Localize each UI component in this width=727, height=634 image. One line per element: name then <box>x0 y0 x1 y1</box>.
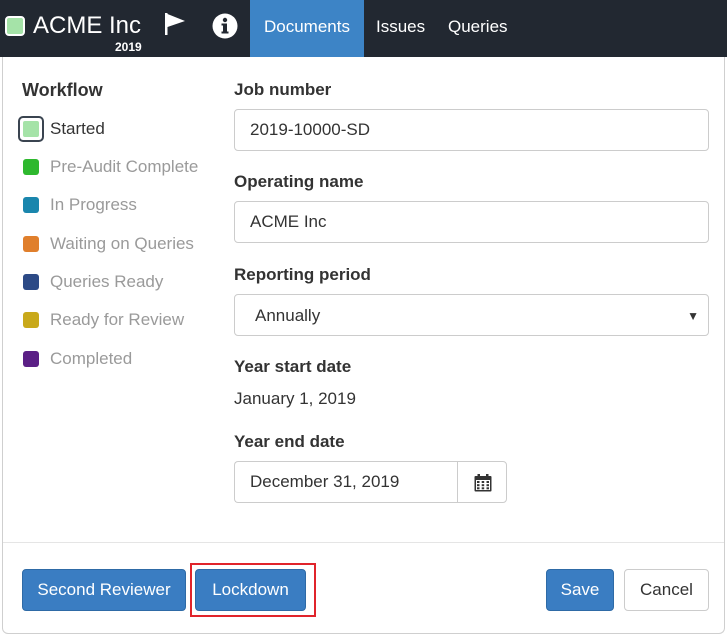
company-status-badge <box>5 16 25 36</box>
workflow-swatch <box>23 274 39 290</box>
job-number-label: Job number <box>234 80 332 99</box>
year-start-label: Year start date <box>234 357 352 376</box>
company-name[interactable]: ACME Inc <box>33 12 141 40</box>
workflow-swatch <box>23 312 39 328</box>
workflow-swatch <box>23 197 39 213</box>
reporting-period-value: Annually <box>255 306 321 325</box>
workflow-item-label: Pre-Audit Complete <box>50 157 199 176</box>
cancel-button[interactable]: Cancel <box>624 569 709 611</box>
workflow-swatch <box>23 236 39 252</box>
operating-name-input[interactable] <box>234 201 709 243</box>
second-reviewer-button[interactable]: Second Reviewer <box>22 569 186 611</box>
year-end-input[interactable] <box>234 461 459 503</box>
workflow-item-label: Started <box>50 119 105 138</box>
workflow-item-label: Completed <box>50 349 133 368</box>
lockdown-highlight <box>190 563 316 617</box>
caret-down-icon: ▼ <box>687 309 699 323</box>
year-end-label: Year end date <box>234 432 345 451</box>
operating-name-label: Operating name <box>234 172 364 191</box>
workflow-item-label: Waiting on Queries <box>50 234 194 253</box>
company-year: 2019 <box>115 40 142 54</box>
workflow-title: Workflow <box>22 80 103 100</box>
year-start-value: January 1, 2019 <box>234 389 356 408</box>
workflow-swatch <box>23 351 39 367</box>
save-button[interactable]: Save <box>546 569 614 611</box>
workflow-swatch <box>23 159 39 175</box>
tab-queries[interactable]: Queries <box>448 0 508 57</box>
tab-issues[interactable]: Issues <box>376 0 425 57</box>
job-number-input[interactable] <box>234 109 709 151</box>
flag-icon[interactable] <box>163 13 189 35</box>
workflow-swatch <box>18 116 44 142</box>
top-navbar: ACME Inc 2019 Documents Issues Queries <box>0 0 727 57</box>
calendar-icon <box>474 474 492 492</box>
footer-divider <box>3 542 724 543</box>
reporting-period-select[interactable]: Annually ▼ <box>234 294 709 336</box>
calendar-button[interactable] <box>457 461 507 503</box>
workflow-item-label: Queries Ready <box>50 272 164 291</box>
workflow-item-label: Ready for Review <box>50 310 185 329</box>
tab-documents[interactable]: Documents <box>250 0 364 57</box>
reporting-period-label: Reporting period <box>234 265 371 284</box>
info-icon[interactable] <box>212 13 238 39</box>
workflow-item-label: In Progress <box>50 195 137 214</box>
